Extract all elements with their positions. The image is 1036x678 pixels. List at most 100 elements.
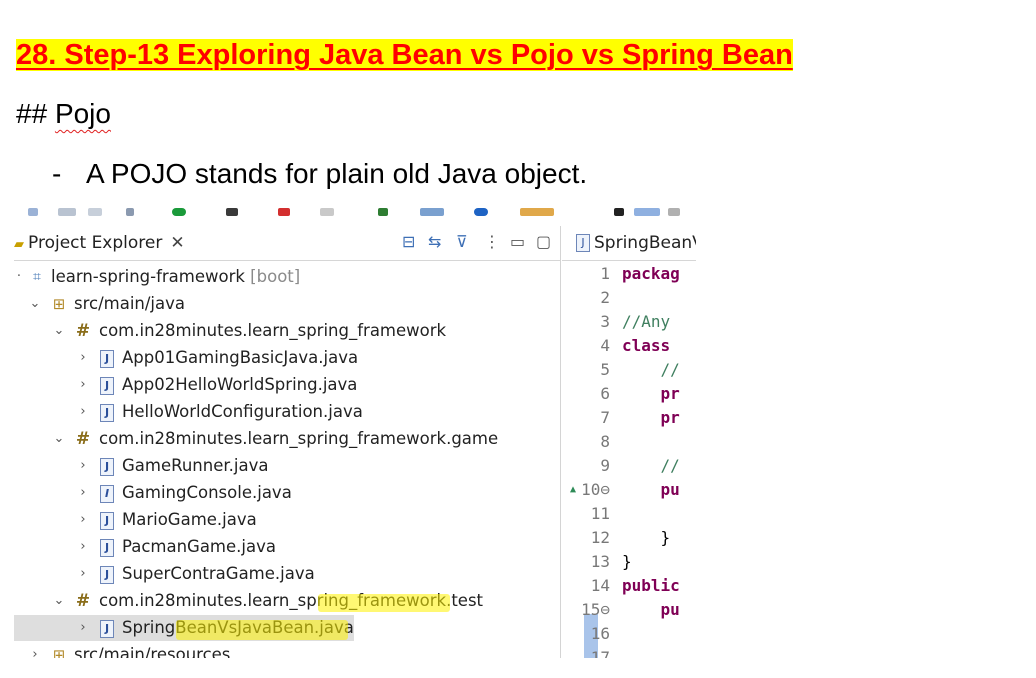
markdown-heading: ## Pojo — [16, 98, 111, 130]
chevron-right-icon[interactable]: › — [76, 345, 90, 371]
toolbar-icon[interactable] — [668, 208, 680, 216]
chevron-right-icon[interactable]: › — [76, 372, 90, 398]
toolbar-icon[interactable] — [474, 208, 488, 216]
java-file-icon: J — [100, 377, 114, 395]
toolbar-icon[interactable] — [88, 208, 102, 216]
run-icon[interactable] — [172, 208, 186, 216]
code-line: 13} — [562, 550, 696, 574]
chevron-right-icon[interactable]: › — [76, 534, 90, 560]
code-line: 12 } — [562, 526, 696, 550]
tree-item-file[interactable]: › J HelloWorldConfiguration.java — [14, 399, 560, 425]
tree-item-file[interactable]: › J App01GamingBasicJava.java — [14, 345, 560, 371]
project-explorer-tab[interactable]: ▰ Project Explorer ✕ — [14, 226, 185, 260]
code-line: 5 // — [562, 358, 696, 382]
java-file-icon: J — [576, 234, 590, 252]
line-number: 3 — [600, 312, 610, 331]
code-line: 6 pr — [562, 382, 696, 406]
chevron-right-icon[interactable]: › — [28, 642, 42, 658]
code-text: //Any — [622, 312, 671, 331]
ide-toolbar — [14, 208, 696, 222]
filter-icon[interactable]: ⊽ — [456, 232, 468, 251]
chevron-right-icon[interactable]: › — [76, 480, 90, 506]
tree-item-src-main-java[interactable]: ⌄ ⊞ src/main/java — [14, 291, 560, 317]
tree-item-file[interactable]: › J PacmanGame.java — [14, 534, 560, 560]
collapse-all-icon[interactable]: ⊟ — [402, 232, 415, 251]
chevron-down-icon[interactable]: · — [14, 264, 26, 290]
tree-item-label: GamingConsole.java — [122, 483, 292, 502]
editor-tab-label: SpringBeanV — [594, 233, 696, 253]
toolbar-icon[interactable] — [634, 208, 660, 216]
code-text: public — [622, 576, 680, 595]
java-file-icon: J — [100, 404, 114, 422]
tree-item-src-main-resources[interactable]: › ⊞ src/main/resources — [14, 642, 560, 658]
line-number: 17 — [590, 648, 610, 658]
tree-item-package[interactable]: ⌄ # com.in28minutes.learn_spring_framewo… — [14, 318, 560, 344]
line-number: 15⊖ — [581, 600, 610, 619]
line-number: 5 — [600, 360, 610, 379]
java-file-icon: J — [100, 566, 114, 584]
line-number: 6 — [600, 384, 610, 403]
chevron-right-icon[interactable]: › — [76, 453, 90, 479]
chevron-right-icon[interactable]: › — [76, 615, 90, 641]
source-folder-icon: ⊞ — [52, 295, 66, 313]
chevron-right-icon[interactable]: › — [76, 561, 90, 587]
chevron-right-icon[interactable]: › — [76, 399, 90, 425]
code-line: 14 public — [562, 574, 696, 598]
chevron-right-icon[interactable]: › — [76, 507, 90, 533]
line-number: 14 — [590, 576, 610, 595]
slide-title-text: 28. Step-13 Exploring Java Bean vs Pojo … — [16, 39, 793, 71]
tree-item-label: learn-spring-framework — [51, 267, 245, 286]
code-text: // — [622, 360, 680, 379]
tree-item-project[interactable]: · ⌗ learn-spring-framework [boot] — [14, 264, 560, 290]
tree-item-package[interactable]: ⌄ # com.in28minutes.learn_spring_framewo… — [14, 426, 560, 452]
toolbar-icon[interactable] — [126, 208, 134, 216]
code-text: pr — [622, 384, 680, 403]
java-file-icon: J — [100, 539, 114, 557]
toolbar-icon[interactable] — [320, 208, 334, 216]
highlighter-mark — [318, 594, 450, 612]
project-explorer-view: ▰ Project Explorer ✕ ⊟ ⇆ ⊽ ⋮ ▭ ▢ · ⌗ learn… — [14, 226, 561, 658]
tree-item-label: App01GamingBasicJava.java — [122, 348, 359, 367]
tree-item-file[interactable]: › I GamingConsole.java — [14, 480, 560, 506]
toolbar-icon[interactable] — [378, 208, 388, 216]
stop-icon[interactable] — [278, 208, 290, 216]
heading-prefix: ## — [16, 98, 55, 129]
close-icon[interactable]: ✕ — [170, 233, 184, 253]
toolbar-icon[interactable] — [614, 208, 624, 216]
chevron-down-icon[interactable]: ⌄ — [52, 426, 66, 452]
ide-screenshot: ▰ Project Explorer ✕ ⊟ ⇆ ⊽ ⋮ ▭ ▢ · ⌗ learn… — [14, 208, 696, 658]
chevron-down-icon[interactable]: ⌄ — [52, 588, 66, 614]
link-with-editor-icon[interactable]: ⇆ — [428, 232, 441, 251]
minimize-icon[interactable]: ▭ — [510, 232, 525, 251]
project-icon: ⌗ — [33, 269, 41, 285]
chevron-down-icon[interactable]: ⌄ — [52, 318, 66, 344]
editor-tab[interactable]: J SpringBeanV — [562, 226, 696, 261]
tree-item-file[interactable]: › J SuperContraGame.java — [14, 561, 560, 587]
view-menu-icon[interactable]: ⋮ — [484, 232, 500, 251]
toolbar-icon[interactable] — [520, 208, 554, 216]
line-number: 7 — [600, 408, 610, 427]
chevron-down-icon[interactable]: ⌄ — [28, 291, 42, 317]
package-icon: # — [75, 591, 91, 611]
toolbar-icon[interactable] — [226, 208, 238, 216]
package-icon: # — [75, 429, 91, 449]
tree-item-file[interactable]: › J GameRunner.java — [14, 453, 560, 479]
code-text: } — [622, 552, 632, 571]
tree-item-label: App02HelloWorldSpring.java — [122, 375, 358, 394]
tree-item-file[interactable]: › J App02HelloWorldSpring.java — [14, 372, 560, 398]
project-explorer-header: ▰ Project Explorer ✕ ⊟ ⇆ ⊽ ⋮ ▭ ▢ — [14, 226, 560, 261]
tree-item-package[interactable]: ⌄ # com.in28minutes.learn_spring_framewo… — [14, 588, 560, 614]
toolbar-icon[interactable] — [58, 208, 76, 216]
tree-item-decoration: [boot] — [244, 267, 301, 286]
source-folder-icon: ⊞ — [52, 646, 66, 658]
code-line: 16 — [562, 622, 696, 646]
tree-item-label: com.in28minutes.learn_spring_framework — [99, 321, 447, 340]
tree-item-file[interactable]: › J MarioGame.java — [14, 507, 560, 533]
line-number: 11 — [590, 504, 610, 523]
bullet-text: A POJO stands for plain old Java object. — [86, 158, 588, 189]
toolbar-icon[interactable] — [420, 208, 444, 216]
toolbar-icon[interactable] — [28, 208, 38, 216]
code-text: pu — [622, 600, 680, 619]
line-number: 2 — [600, 288, 610, 307]
maximize-icon[interactable]: ▢ — [536, 232, 551, 251]
